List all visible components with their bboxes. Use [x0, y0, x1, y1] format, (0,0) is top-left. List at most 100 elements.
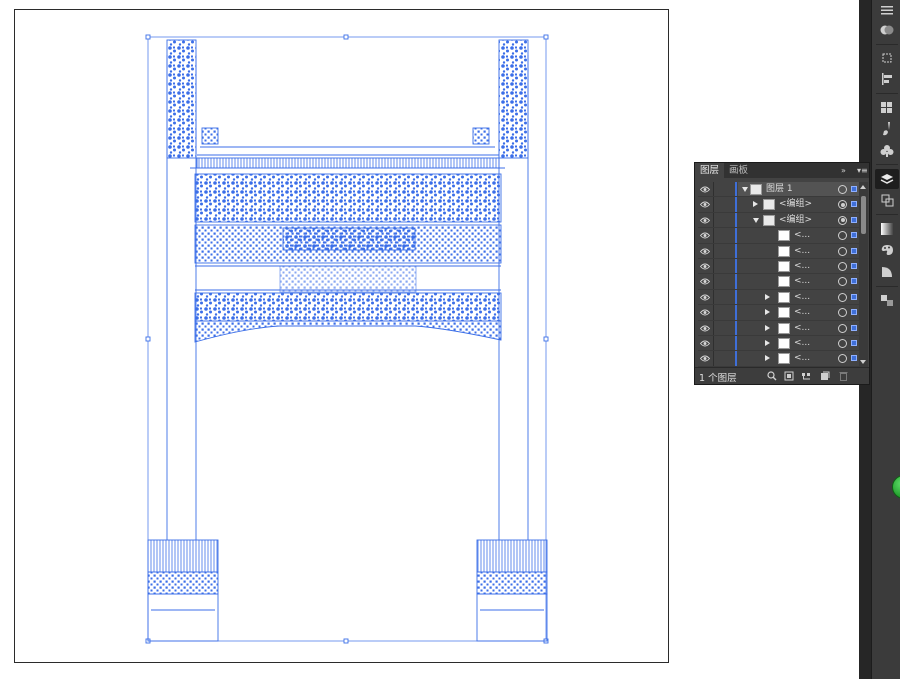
archway-artwork[interactable] — [15, 10, 670, 664]
scroll-up-icon[interactable] — [860, 185, 866, 189]
selection-indicator-icon[interactable] — [851, 278, 857, 285]
layer-name[interactable]: <... — [794, 229, 810, 242]
eye-visibility-icon[interactable] — [700, 293, 710, 302]
lock-toggle[interactable] — [713, 351, 714, 366]
target-circle-icon[interactable] — [838, 338, 847, 348]
layer-row-body[interactable]: <... — [738, 336, 859, 350]
sublayer-row[interactable]: <编组> — [698, 197, 859, 213]
selection-indicator-icon[interactable] — [851, 232, 857, 239]
eye-visibility-icon[interactable] — [700, 308, 710, 317]
appearance-icon[interactable] — [875, 20, 899, 40]
lock-toggle[interactable] — [713, 197, 714, 212]
layer-row-body[interactable]: <编组> — [738, 197, 859, 211]
lock-toggle[interactable] — [713, 335, 714, 351]
target-circle-icon[interactable] — [838, 200, 847, 210]
panel-menu-icon[interactable]: ▾≡ — [857, 164, 868, 177]
color-guide-icon[interactable] — [875, 240, 899, 260]
tab-layers[interactable]: 图层 — [695, 163, 725, 178]
sublayer-row[interactable]: <... — [698, 335, 859, 352]
create-sublayer-icon[interactable] — [801, 371, 812, 381]
lock-toggle[interactable] — [713, 182, 714, 197]
lock-toggle[interactable] — [713, 305, 714, 320]
layer-row-body[interactable]: <... — [738, 228, 859, 242]
double-chevron-right-icon[interactable]: » — [841, 164, 846, 177]
selection-indicator-icon[interactable] — [851, 262, 857, 269]
layer-row-body[interactable]: 图层 1 — [738, 182, 859, 197]
locate-object-icon[interactable] — [766, 371, 777, 381]
layer-row-body[interactable]: <... — [738, 351, 859, 365]
eye-visibility-icon[interactable] — [700, 277, 710, 286]
lock-toggle[interactable] — [713, 243, 714, 258]
sublayer-row[interactable]: <... — [698, 274, 859, 290]
lock-toggle[interactable] — [713, 212, 714, 228]
target-circle-icon[interactable] — [838, 261, 847, 271]
sublayer-row[interactable]: <... — [698, 351, 859, 367]
selection-indicator-icon[interactable] — [851, 247, 857, 254]
layer-name[interactable]: <... — [794, 337, 810, 350]
disclosure-expanded-icon[interactable] — [753, 217, 759, 223]
sublayer-row[interactable]: <... — [698, 228, 859, 244]
layers-icon[interactable] — [875, 169, 899, 189]
selection-indicator-icon[interactable] — [851, 201, 857, 208]
selection-indicator-icon[interactable] — [851, 186, 857, 192]
layer-row-body[interactable]: <... — [738, 244, 859, 258]
transparency-icon[interactable] — [875, 262, 899, 282]
selection-indicator-icon[interactable] — [851, 324, 857, 331]
target-circle-icon[interactable] — [838, 354, 847, 364]
eye-visibility-icon[interactable] — [700, 247, 710, 256]
panel-menu-icon[interactable] — [875, 0, 899, 20]
target-circle-icon[interactable] — [838, 308, 847, 318]
delete-icon[interactable] — [838, 371, 849, 381]
eye-visibility-icon[interactable] — [700, 324, 710, 333]
layer-row-body[interactable]: <... — [738, 290, 859, 304]
layer-name[interactable]: <... — [794, 275, 810, 288]
sublayer-row[interactable]: <... — [698, 305, 859, 321]
eye-visibility-icon[interactable] — [700, 354, 710, 363]
layer-name[interactable]: <... — [794, 352, 810, 365]
eye-visibility-icon[interactable] — [700, 231, 710, 240]
disclosure-collapsed-icon[interactable] — [753, 201, 758, 208]
sublayer-row[interactable]: <... — [698, 243, 859, 259]
create-layer-icon[interactable] — [819, 371, 830, 381]
lock-toggle[interactable] — [713, 274, 714, 289]
sublayer-row[interactable]: <编组> — [698, 212, 859, 229]
layer-name[interactable]: <编组> — [779, 198, 812, 211]
target-circle-icon[interactable] — [838, 323, 847, 333]
lock-toggle[interactable] — [713, 258, 714, 274]
lock-toggle[interactable] — [713, 228, 714, 243]
disclosure-collapsed-icon[interactable] — [765, 309, 770, 316]
layer-name[interactable]: <... — [794, 245, 810, 258]
symbols-icon[interactable] — [875, 140, 899, 160]
artboard[interactable] — [14, 9, 669, 663]
lock-toggle[interactable] — [713, 320, 714, 335]
disclosure-expanded-icon[interactable] — [742, 187, 748, 192]
layer-name[interactable]: <... — [794, 322, 810, 335]
pathfinder-icon[interactable] — [875, 190, 899, 210]
tab-artboards[interactable]: 画板 — [724, 163, 753, 178]
target-circle-icon[interactable] — [838, 215, 847, 225]
scroll-down-icon[interactable] — [860, 360, 866, 364]
layer-list-scrollbar[interactable] — [859, 182, 868, 367]
disclosure-collapsed-icon[interactable] — [765, 339, 770, 346]
transform-icon[interactable] — [875, 48, 899, 68]
eye-visibility-icon[interactable] — [700, 216, 710, 225]
disclosure-collapsed-icon[interactable] — [765, 324, 770, 331]
eye-visibility-icon[interactable] — [700, 339, 710, 348]
layer-name[interactable]: 图层 1 — [766, 183, 793, 196]
target-circle-icon[interactable] — [838, 231, 847, 241]
disclosure-collapsed-icon[interactable] — [765, 293, 770, 300]
selection-indicator-icon[interactable] — [851, 216, 857, 223]
target-circle-icon[interactable] — [838, 185, 847, 194]
selection-indicator-icon[interactable] — [851, 309, 857, 316]
sublayer-row[interactable]: <... — [698, 289, 859, 306]
sublayer-row[interactable]: <... — [698, 320, 859, 336]
layer-name[interactable]: <... — [794, 291, 810, 304]
align-icon[interactable] — [875, 69, 899, 89]
layer-name[interactable]: <... — [794, 306, 810, 319]
eye-visibility-icon[interactable] — [700, 200, 710, 209]
layer-row-body[interactable]: <... — [738, 259, 859, 273]
eye-visibility-icon[interactable] — [700, 262, 710, 271]
target-circle-icon[interactable] — [838, 277, 847, 287]
make-clipping-mask-icon[interactable] — [783, 371, 794, 381]
target-circle-icon[interactable] — [838, 246, 847, 256]
